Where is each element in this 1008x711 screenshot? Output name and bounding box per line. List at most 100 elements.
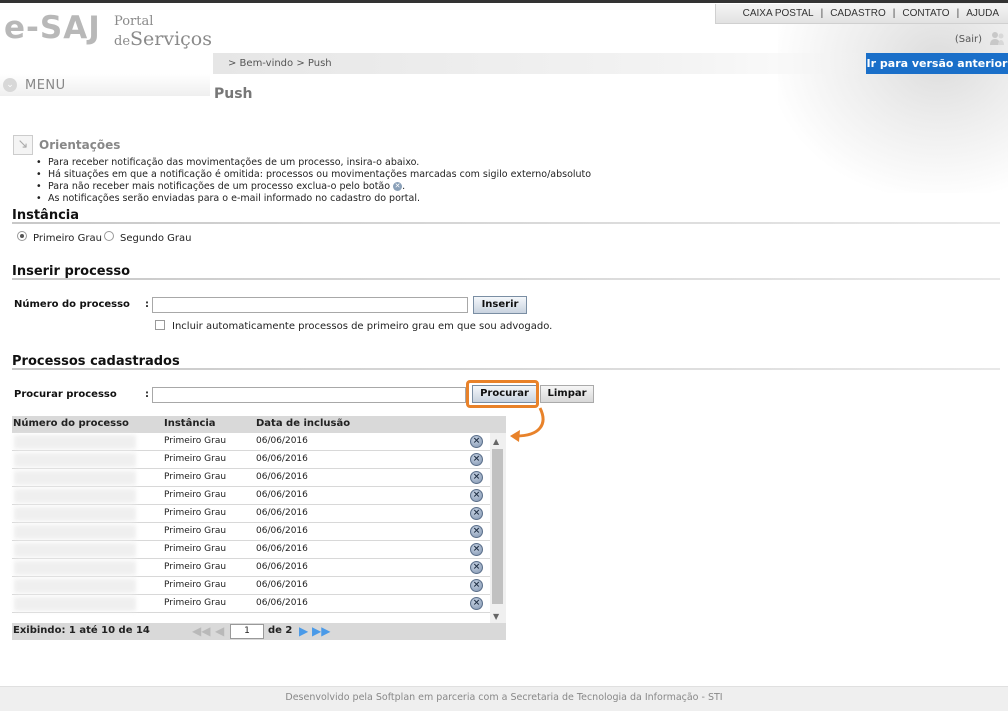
page-title: Push — [214, 86, 253, 102]
col-numero[interactable]: Número do processo — [13, 418, 129, 429]
breadcrumb[interactable]: > Bem-vindo > Push — [228, 58, 332, 69]
redacted-number — [14, 543, 136, 557]
orientacao-text: Há situações em que a notificação é omit… — [48, 169, 592, 180]
orientacao-text: As notificações serão enviadas para o e-… — [48, 193, 421, 204]
auto-include-checkbox[interactable] — [155, 320, 165, 330]
col-instancia[interactable]: Instância — [164, 418, 216, 429]
table-body: Primeiro Grau 06/06/2016 × Primeiro Grau 06… — [12, 433, 490, 623]
col-data[interactable]: Data de inclusão — [256, 418, 350, 429]
row-data: 06/06/2016 — [256, 508, 308, 518]
next-page-icon[interactable]: ▶ — [299, 624, 308, 638]
inserir-title: Inserir processo — [12, 264, 131, 279]
row-instancia: Primeiro Grau — [164, 544, 227, 554]
row-instancia: Primeiro Grau — [164, 472, 227, 482]
annotation-arrow-icon — [510, 407, 545, 442]
remove-circle-icon: ✕ — [393, 182, 403, 191]
remove-circle-icon[interactable]: × — [470, 543, 483, 556]
table-row[interactable]: Primeiro Grau 06/06/2016 × — [12, 505, 490, 523]
table-row[interactable]: Primeiro Grau 06/06/2016 × — [12, 469, 490, 487]
row-data: 06/06/2016 — [256, 562, 308, 572]
nav-contato[interactable]: CONTATO — [895, 8, 956, 19]
user-icon[interactable] — [989, 30, 1005, 46]
remove-circle-icon[interactable]: × — [470, 489, 483, 502]
remove-circle-icon[interactable]: × — [470, 579, 483, 592]
table-row[interactable]: Primeiro Grau 06/06/2016 × — [12, 451, 490, 469]
limpar-button[interactable]: Limpar — [540, 385, 594, 403]
nav-caixa-postal[interactable]: CAIXA POSTAL — [736, 8, 821, 19]
redacted-number — [14, 507, 136, 521]
nav-ajuda[interactable]: AJUDA — [959, 8, 1006, 19]
row-instancia: Primeiro Grau — [164, 436, 227, 446]
redacted-number — [14, 525, 136, 539]
numero-processo-input[interactable] — [152, 297, 468, 313]
redacted-number — [14, 561, 136, 575]
remove-circle-icon[interactable]: × — [470, 597, 483, 610]
radio-primeiro-grau[interactable] — [17, 231, 27, 241]
redacted-number — [14, 489, 136, 503]
logo[interactable]: e-SAJ Portal deServiços — [4, 10, 224, 50]
remove-circle-icon[interactable]: × — [470, 435, 483, 448]
instancia-title: Instância — [12, 208, 80, 223]
row-data: 06/06/2016 — [256, 544, 308, 554]
row-instancia: Primeiro Grau — [164, 454, 227, 464]
menu-button[interactable]: ⌄ MENU — [0, 74, 210, 96]
redacted-number — [14, 597, 136, 611]
row-data: 06/06/2016 — [256, 454, 308, 464]
inserir-button[interactable]: Inserir — [473, 296, 527, 314]
table-row[interactable]: Primeiro Grau 06/06/2016 × — [12, 487, 490, 505]
remove-circle-icon[interactable]: × — [470, 525, 483, 538]
scroll-thumb[interactable] — [492, 449, 503, 604]
remove-circle-icon[interactable]: × — [470, 561, 483, 574]
colon: : — [145, 299, 149, 310]
row-instancia: Primeiro Grau — [164, 562, 227, 572]
radio-segundo-grau[interactable] — [104, 231, 114, 241]
cadastrados-title: Processos cadastrados — [12, 354, 180, 369]
list-item: Há situações em que a notificação é omit… — [36, 169, 591, 181]
list-item: As notificações serão enviadas para o e-… — [36, 193, 591, 205]
list-item: Para receber notificação das movimentaçõ… — [36, 157, 591, 169]
procurar-label: Procurar processo — [14, 389, 117, 400]
table-row[interactable]: Primeiro Grau 06/06/2016 × — [12, 523, 490, 541]
list-item: Para não receber mais notificações de um… — [36, 181, 591, 193]
scroll-down-icon[interactable]: ▼ — [493, 612, 499, 621]
radio-segundo-grau-label[interactable]: Segundo Grau — [120, 233, 192, 244]
section-divider — [12, 368, 1000, 370]
top-nav: CAIXA POSTAL | CADASTRO | CONTATO | AJUDA — [714, 4, 1008, 24]
table-pagination: Exibindo: 1 até 10 de 14 ◀◀ ◀ 1 de 2 ▶ ▶… — [12, 623, 506, 640]
previous-version-button[interactable]: Ir para versão anterior — [866, 53, 1008, 74]
table-row[interactable]: Primeiro Grau 06/06/2016 × — [12, 595, 490, 613]
redacted-number — [14, 471, 136, 485]
logo-portal: Portal — [114, 14, 154, 29]
row-data: 06/06/2016 — [256, 580, 308, 590]
orientacoes-title: Orientações — [39, 138, 121, 152]
table-row[interactable]: Primeiro Grau 06/06/2016 × — [12, 433, 490, 451]
procurar-input[interactable] — [152, 387, 466, 403]
auto-include-label[interactable]: Incluir automaticamente processos de pri… — [172, 321, 552, 332]
first-page-icon: ◀◀ — [192, 624, 211, 638]
logout-link[interactable]: (Sair) — [955, 34, 982, 45]
table-row[interactable]: Primeiro Grau 06/06/2016 × — [12, 559, 490, 577]
redacted-number — [14, 579, 136, 593]
page-input[interactable]: 1 — [230, 624, 264, 639]
arrow-icon: ↘ — [13, 135, 33, 155]
highlight-box — [466, 380, 539, 408]
row-instancia: Primeiro Grau — [164, 490, 227, 500]
chevron-down-icon: ⌄ — [3, 78, 17, 92]
orientacao-text: Para receber notificação das movimentaçõ… — [48, 157, 420, 168]
table-header: Número do processo Instância Data de inc… — [12, 416, 506, 433]
logo-servicos-word: Serviços — [130, 28, 212, 50]
table-row[interactable]: Primeiro Grau 06/06/2016 × — [12, 577, 490, 595]
nav-cadastro[interactable]: CADASTRO — [823, 8, 893, 19]
remove-circle-icon[interactable]: × — [470, 453, 483, 466]
table-row[interactable]: Primeiro Grau 06/06/2016 × — [12, 541, 490, 559]
row-instancia: Primeiro Grau — [164, 508, 227, 518]
table-scrollbar[interactable]: ▲ ▼ — [490, 433, 506, 623]
remove-circle-icon[interactable]: × — [470, 471, 483, 484]
last-page-icon[interactable]: ▶▶ — [312, 624, 330, 638]
header-decoration — [778, 3, 1008, 193]
footer: Desenvolvido pela Softplan em parceria c… — [0, 686, 1008, 711]
radio-primeiro-grau-label[interactable]: Primeiro Grau — [33, 233, 102, 244]
remove-circle-icon[interactable]: × — [470, 507, 483, 520]
scroll-up-icon[interactable]: ▲ — [493, 437, 499, 446]
logo-esaj: e-SAJ — [4, 10, 101, 46]
